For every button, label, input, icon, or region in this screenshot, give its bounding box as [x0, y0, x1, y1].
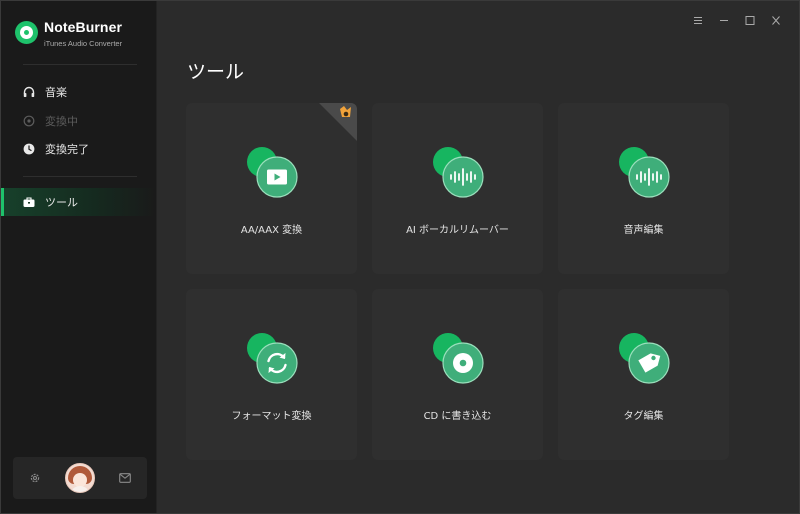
headphones-icon	[23, 86, 35, 98]
tool-card-label: 音声編集	[623, 225, 664, 236]
waveform-icon	[433, 147, 484, 198]
tool-card-aax-convert[interactable]: AA/AAX 変換	[186, 103, 357, 274]
refresh-icon	[247, 333, 298, 384]
tool-card-tag-edit[interactable]: タグ編集	[558, 289, 729, 460]
tool-card-label: AA/AAX 変換	[240, 225, 303, 236]
sidebar-item-label: 変換中	[45, 115, 78, 128]
tool-card-label: フォーマット変換	[231, 411, 312, 422]
sidebar-footer	[13, 457, 147, 499]
minimize-icon[interactable]	[711, 11, 737, 29]
app-subtitle: iTunes Audio Converter	[44, 39, 123, 48]
noteburner-logo-icon	[15, 21, 38, 44]
clock-icon	[23, 143, 35, 155]
brand: NoteBurner iTunes Audio Converter	[15, 19, 122, 48]
tool-card-label: AI ボーカルリムーバー	[406, 225, 509, 236]
sidebar-divider	[23, 176, 137, 177]
tag-icon	[619, 333, 670, 384]
sidebar-item-label: ツール	[45, 196, 78, 209]
waveform-icon	[619, 147, 670, 198]
sidebar-item-converted[interactable]: 変換完了	[1, 135, 156, 163]
window-controls	[685, 11, 789, 29]
tool-card-format-convert[interactable]: フォーマット変換	[186, 289, 357, 460]
sidebar-item-label: 変換完了	[45, 143, 89, 156]
sidebar-item-tools[interactable]: ツール	[1, 188, 156, 216]
sidebar-item-label: 音楽	[45, 86, 67, 99]
app-window: NoteBurner iTunes Audio Converter 音楽 変換中…	[0, 0, 800, 514]
avatar[interactable]	[65, 463, 95, 493]
tool-card-burn-cd[interactable]: CD に書き込む	[372, 289, 543, 460]
menu-icon[interactable]	[685, 11, 711, 29]
premium-badge-icon	[319, 103, 357, 141]
disc-icon	[433, 333, 484, 384]
mail-icon[interactable]	[119, 473, 131, 483]
app-name: NoteBurner	[44, 19, 123, 35]
sidebar-item-music[interactable]: 音楽	[1, 78, 156, 106]
video-icon	[247, 147, 298, 198]
tool-card-ai-vocal-remover[interactable]: AI ボーカルリムーバー	[372, 103, 543, 274]
tool-card-label: CD に書き込む	[423, 411, 492, 422]
sidebar: NoteBurner iTunes Audio Converter 音楽 変換中…	[1, 1, 157, 513]
sidebar-divider	[23, 64, 137, 65]
sidebar-item-converting: 変換中	[1, 107, 156, 135]
toolbox-icon	[23, 196, 35, 208]
maximize-icon[interactable]	[737, 11, 763, 29]
settings-icon[interactable]	[29, 472, 41, 484]
converting-icon	[23, 115, 35, 127]
tool-card-audio-edit[interactable]: 音声編集	[558, 103, 729, 274]
tool-card-label: タグ編集	[623, 411, 664, 422]
page-title: ツール	[187, 61, 245, 83]
close-icon[interactable]	[763, 11, 789, 29]
